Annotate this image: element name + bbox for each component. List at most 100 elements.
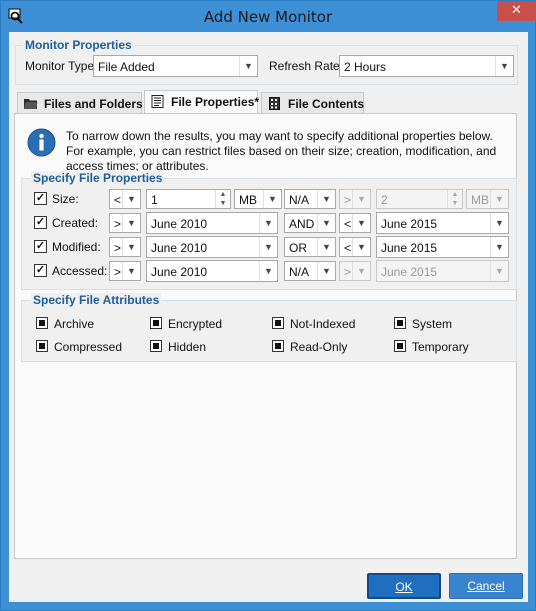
system-checkbox[interactable] <box>394 317 406 329</box>
chevron-down-icon: ▼ <box>495 56 513 76</box>
created-to-value: June 2015 <box>381 217 438 231</box>
monitor-type-label: Monitor Type: <box>25 59 98 73</box>
accessed-logic-select[interactable]: N/A ▼ <box>284 261 336 281</box>
chevron-down-icon: ▼ <box>352 190 370 208</box>
title-bar[interactable]: Add New Monitor ✕ <box>1 1 536 32</box>
accessed-operator2-select: > ▼ <box>339 261 371 281</box>
modified-operator-value: > <box>114 241 122 255</box>
modified-checkbox[interactable]: ✓ <box>34 240 47 253</box>
size-logic-value: N/A <box>289 193 310 207</box>
size-value2: 2 <box>381 193 388 207</box>
size-label: Size: <box>52 192 79 206</box>
accessed-operator-select[interactable]: > ▼ <box>109 261 141 281</box>
chevron-down-icon: ▼ <box>317 190 335 208</box>
created-operator-select[interactable]: > ▼ <box>109 213 141 233</box>
accessed-from-date[interactable]: June 2010 ▼ <box>146 260 278 282</box>
hidden-label: Hidden <box>168 340 207 354</box>
chevron-down-icon: ▼ <box>317 262 335 280</box>
created-to-date[interactable]: June 2015 ▼ <box>376 212 509 234</box>
created-logic-select[interactable]: AND ▼ <box>284 213 336 233</box>
chevron-down-icon: ▼ <box>122 238 140 256</box>
chevron-down-icon: ▼ <box>317 238 335 256</box>
size-unit-value: MB <box>239 193 257 207</box>
cancel-button[interactable]: Cancel <box>449 573 523 599</box>
chevron-down-icon: ▼ <box>490 261 508 281</box>
info-text: To narrow down the results, you may want… <box>66 129 497 173</box>
monitor-properties-title: Monitor Properties <box>23 38 134 52</box>
hidden-checkbox[interactable] <box>150 340 162 352</box>
size-value2-stepper: 2 ▲ ▼ <box>376 189 463 209</box>
compressed-label: Compressed <box>54 340 123 354</box>
folder-icon <box>24 99 38 109</box>
refresh-rate-select[interactable]: 2 Hours ▼ <box>339 55 514 77</box>
accessed-operator2-value: > <box>344 265 352 279</box>
accessed-checkbox[interactable]: ✓ <box>34 264 47 277</box>
chevron-down-icon: ▼ <box>259 237 277 257</box>
size-unit2-value: MB <box>471 193 489 207</box>
archive-checkbox[interactable] <box>36 317 48 329</box>
size-logic-select[interactable]: N/A ▼ <box>284 189 336 209</box>
file-properties-icon <box>151 95 164 108</box>
chevron-down-icon: ▼ <box>122 190 140 208</box>
encrypted-checkbox[interactable] <box>150 317 162 329</box>
size-operator-select[interactable]: < ▼ <box>109 189 141 209</box>
cancel-label: Cancel <box>467 579 505 593</box>
read-only-checkbox[interactable] <box>272 340 284 352</box>
modified-from-date[interactable]: June 2010 ▼ <box>146 236 278 258</box>
created-from-value: June 2010 <box>151 217 208 231</box>
modified-from-value: June 2010 <box>151 241 208 255</box>
accessed-operator-value: > <box>114 265 122 279</box>
archive-label: Archive <box>54 317 95 331</box>
created-logic-value: AND <box>289 217 315 231</box>
modified-operator2-value: < <box>344 241 352 255</box>
file-attributes-title: Specify File Attributes <box>31 293 162 307</box>
created-label: Created: <box>52 216 99 230</box>
chevron-down-icon: ▼ <box>259 261 277 281</box>
modified-to-date[interactable]: June 2015 ▼ <box>376 236 509 258</box>
size-value-stepper[interactable]: 1 ▲ ▼ <box>146 189 231 209</box>
spin-arrows-icon[interactable]: ▲ ▼ <box>215 190 230 208</box>
accessed-label: Accessed: <box>52 264 108 278</box>
modified-operator2-select[interactable]: < ▼ <box>339 237 371 257</box>
modified-logic-value: OR <box>289 241 307 255</box>
ok-button[interactable]: OK <box>367 573 441 599</box>
monitor-type-select[interactable]: File Added ▼ <box>93 55 258 77</box>
created-from-date[interactable]: June 2010 ▼ <box>146 212 278 234</box>
chevron-down-icon: ▼ <box>317 214 335 232</box>
created-operator-value: > <box>114 217 122 231</box>
chevron-down-icon: ▼ <box>259 213 277 233</box>
not-indexed-checkbox[interactable] <box>272 317 284 329</box>
created-checkbox[interactable]: ✓ <box>34 216 47 229</box>
chevron-down-icon: ▼ <box>239 56 257 76</box>
file-properties-title: Specify File Properties <box>31 171 165 185</box>
chevron-down-icon: ▼ <box>352 238 370 256</box>
tab-label: File Contents <box>288 97 365 111</box>
size-checkbox[interactable]: ✓ <box>34 192 47 205</box>
size-operator-value: < <box>114 193 122 207</box>
modified-logic-select[interactable]: OR ▼ <box>284 237 336 257</box>
tab-files-and-folders[interactable]: Files and Folders <box>17 92 143 114</box>
read-only-label: Read-Only <box>290 340 348 354</box>
temporary-label: Temporary <box>412 340 469 354</box>
chevron-down-icon: ▼ <box>122 214 140 232</box>
info-icon <box>27 128 56 157</box>
encrypted-label: Encrypted <box>168 317 223 331</box>
modified-operator-select[interactable]: > ▼ <box>109 237 141 257</box>
size-operator2-select: > ▼ <box>339 189 371 209</box>
created-operator2-select[interactable]: < ▼ <box>339 213 371 233</box>
compressed-checkbox[interactable] <box>36 340 48 352</box>
file-contents-icon <box>269 97 280 110</box>
tab-label: Files and Folders <box>44 97 143 111</box>
tab-file-contents[interactable]: File Contents <box>261 92 364 114</box>
refresh-rate-value: 2 Hours <box>344 60 387 74</box>
system-label: System <box>412 317 453 331</box>
accessed-from-value: June 2010 <box>151 265 208 279</box>
created-operator2-value: < <box>344 217 352 231</box>
tab-file-properties[interactable]: File Properties* <box>144 90 259 114</box>
size-unit2-select: MB ▼ <box>466 189 509 209</box>
not-indexed-label: Not-Indexed <box>290 317 356 331</box>
chevron-down-icon: ▼ <box>352 262 370 280</box>
temporary-checkbox[interactable] <box>394 340 406 352</box>
size-unit-select[interactable]: MB ▼ <box>234 189 282 209</box>
close-button[interactable]: ✕ <box>497 1 536 21</box>
